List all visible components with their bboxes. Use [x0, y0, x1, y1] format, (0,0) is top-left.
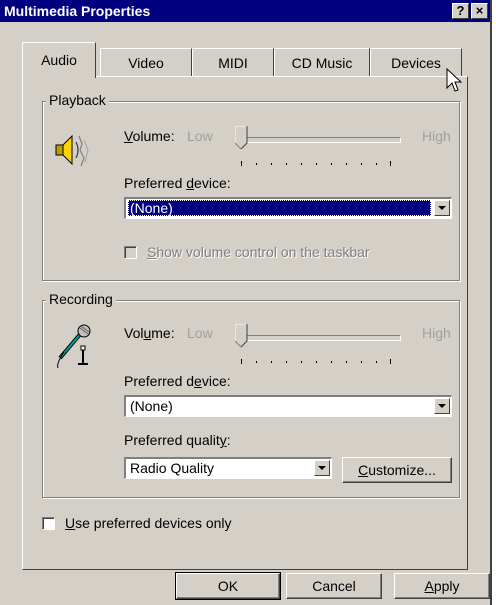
- recording-volume-ticks: [240, 353, 391, 364]
- playback-group-label: Playback: [46, 92, 109, 108]
- use-preferred-devices-checkbox[interactable]: [42, 517, 55, 530]
- cancel-button-label: Cancel: [312, 578, 356, 594]
- recording-low-label: Low: [187, 325, 213, 341]
- tab-video[interactable]: Video: [100, 48, 192, 76]
- tab-devices-label: Devices: [391, 55, 441, 71]
- window-title: Multimedia Properties: [4, 3, 151, 19]
- recording-quality-value: Radio Quality: [130, 460, 215, 476]
- recording-volume-track: [243, 335, 401, 341]
- recording-device-dropdown-button[interactable]: [434, 398, 450, 414]
- tab-midi-label: MIDI: [218, 55, 248, 71]
- close-icon: ×: [475, 3, 484, 18]
- recording-quality-dropdown-button[interactable]: [314, 460, 330, 476]
- use-preferred-devices-label: Use preferred devices only: [65, 515, 232, 531]
- playback-volume-ticks: [240, 155, 391, 166]
- tab-video-label: Video: [128, 55, 164, 71]
- playback-volume-track: [243, 137, 401, 143]
- ok-button[interactable]: OK: [175, 572, 281, 600]
- recording-preferred-device-label: Preferred device:: [124, 373, 231, 389]
- cancel-button[interactable]: Cancel: [286, 573, 382, 599]
- apply-button[interactable]: Apply: [394, 573, 490, 599]
- recording-volume-label: Volume:: [124, 325, 175, 341]
- tab-cd-music-label: CD Music: [291, 55, 353, 71]
- playback-device-value: (None): [128, 200, 431, 216]
- recording-volume-slider[interactable]: [234, 323, 248, 348]
- multimedia-properties-window: Multimedia Properties ? × Audio Video MI…: [0, 0, 492, 605]
- recording-device-select[interactable]: (None): [124, 395, 452, 417]
- help-button[interactable]: ?: [452, 3, 469, 19]
- playback-device-select[interactable]: (None): [124, 197, 452, 219]
- playback-preferred-device-label: Preferred device:: [124, 175, 231, 191]
- help-icon: ?: [456, 3, 465, 18]
- playback-high-label: High: [422, 128, 451, 144]
- recording-high-label: High: [422, 325, 451, 341]
- playback-device-dropdown-button[interactable]: [434, 200, 450, 216]
- show-volume-checkbox[interactable]: [124, 246, 137, 259]
- tab-audio[interactable]: Audio: [22, 42, 96, 78]
- microphone-icon: [52, 322, 96, 373]
- playback-low-label: Low: [187, 128, 213, 144]
- mouse-cursor-icon: [446, 67, 463, 97]
- close-button[interactable]: ×: [471, 3, 488, 19]
- tab-cd-music[interactable]: CD Music: [274, 48, 370, 76]
- playback-volume-slider[interactable]: [234, 125, 248, 150]
- recording-quality-select[interactable]: Radio Quality: [124, 457, 332, 479]
- recording-group-label: Recording: [46, 291, 116, 307]
- recording-preferred-quality-label: Preferred quality:: [124, 432, 231, 448]
- tab-audio-label: Audio: [41, 52, 77, 68]
- playback-volume-label: Volume:: [124, 128, 175, 144]
- title-bar[interactable]: Multimedia Properties ? ×: [0, 0, 490, 22]
- ok-button-label: OK: [217, 578, 239, 594]
- show-volume-label: Show volume control on the taskbar: [147, 244, 370, 260]
- speaker-icon: [52, 130, 96, 175]
- tab-midi[interactable]: MIDI: [192, 48, 274, 76]
- customize-button[interactable]: Customize...: [342, 457, 452, 483]
- recording-device-value: (None): [130, 398, 173, 414]
